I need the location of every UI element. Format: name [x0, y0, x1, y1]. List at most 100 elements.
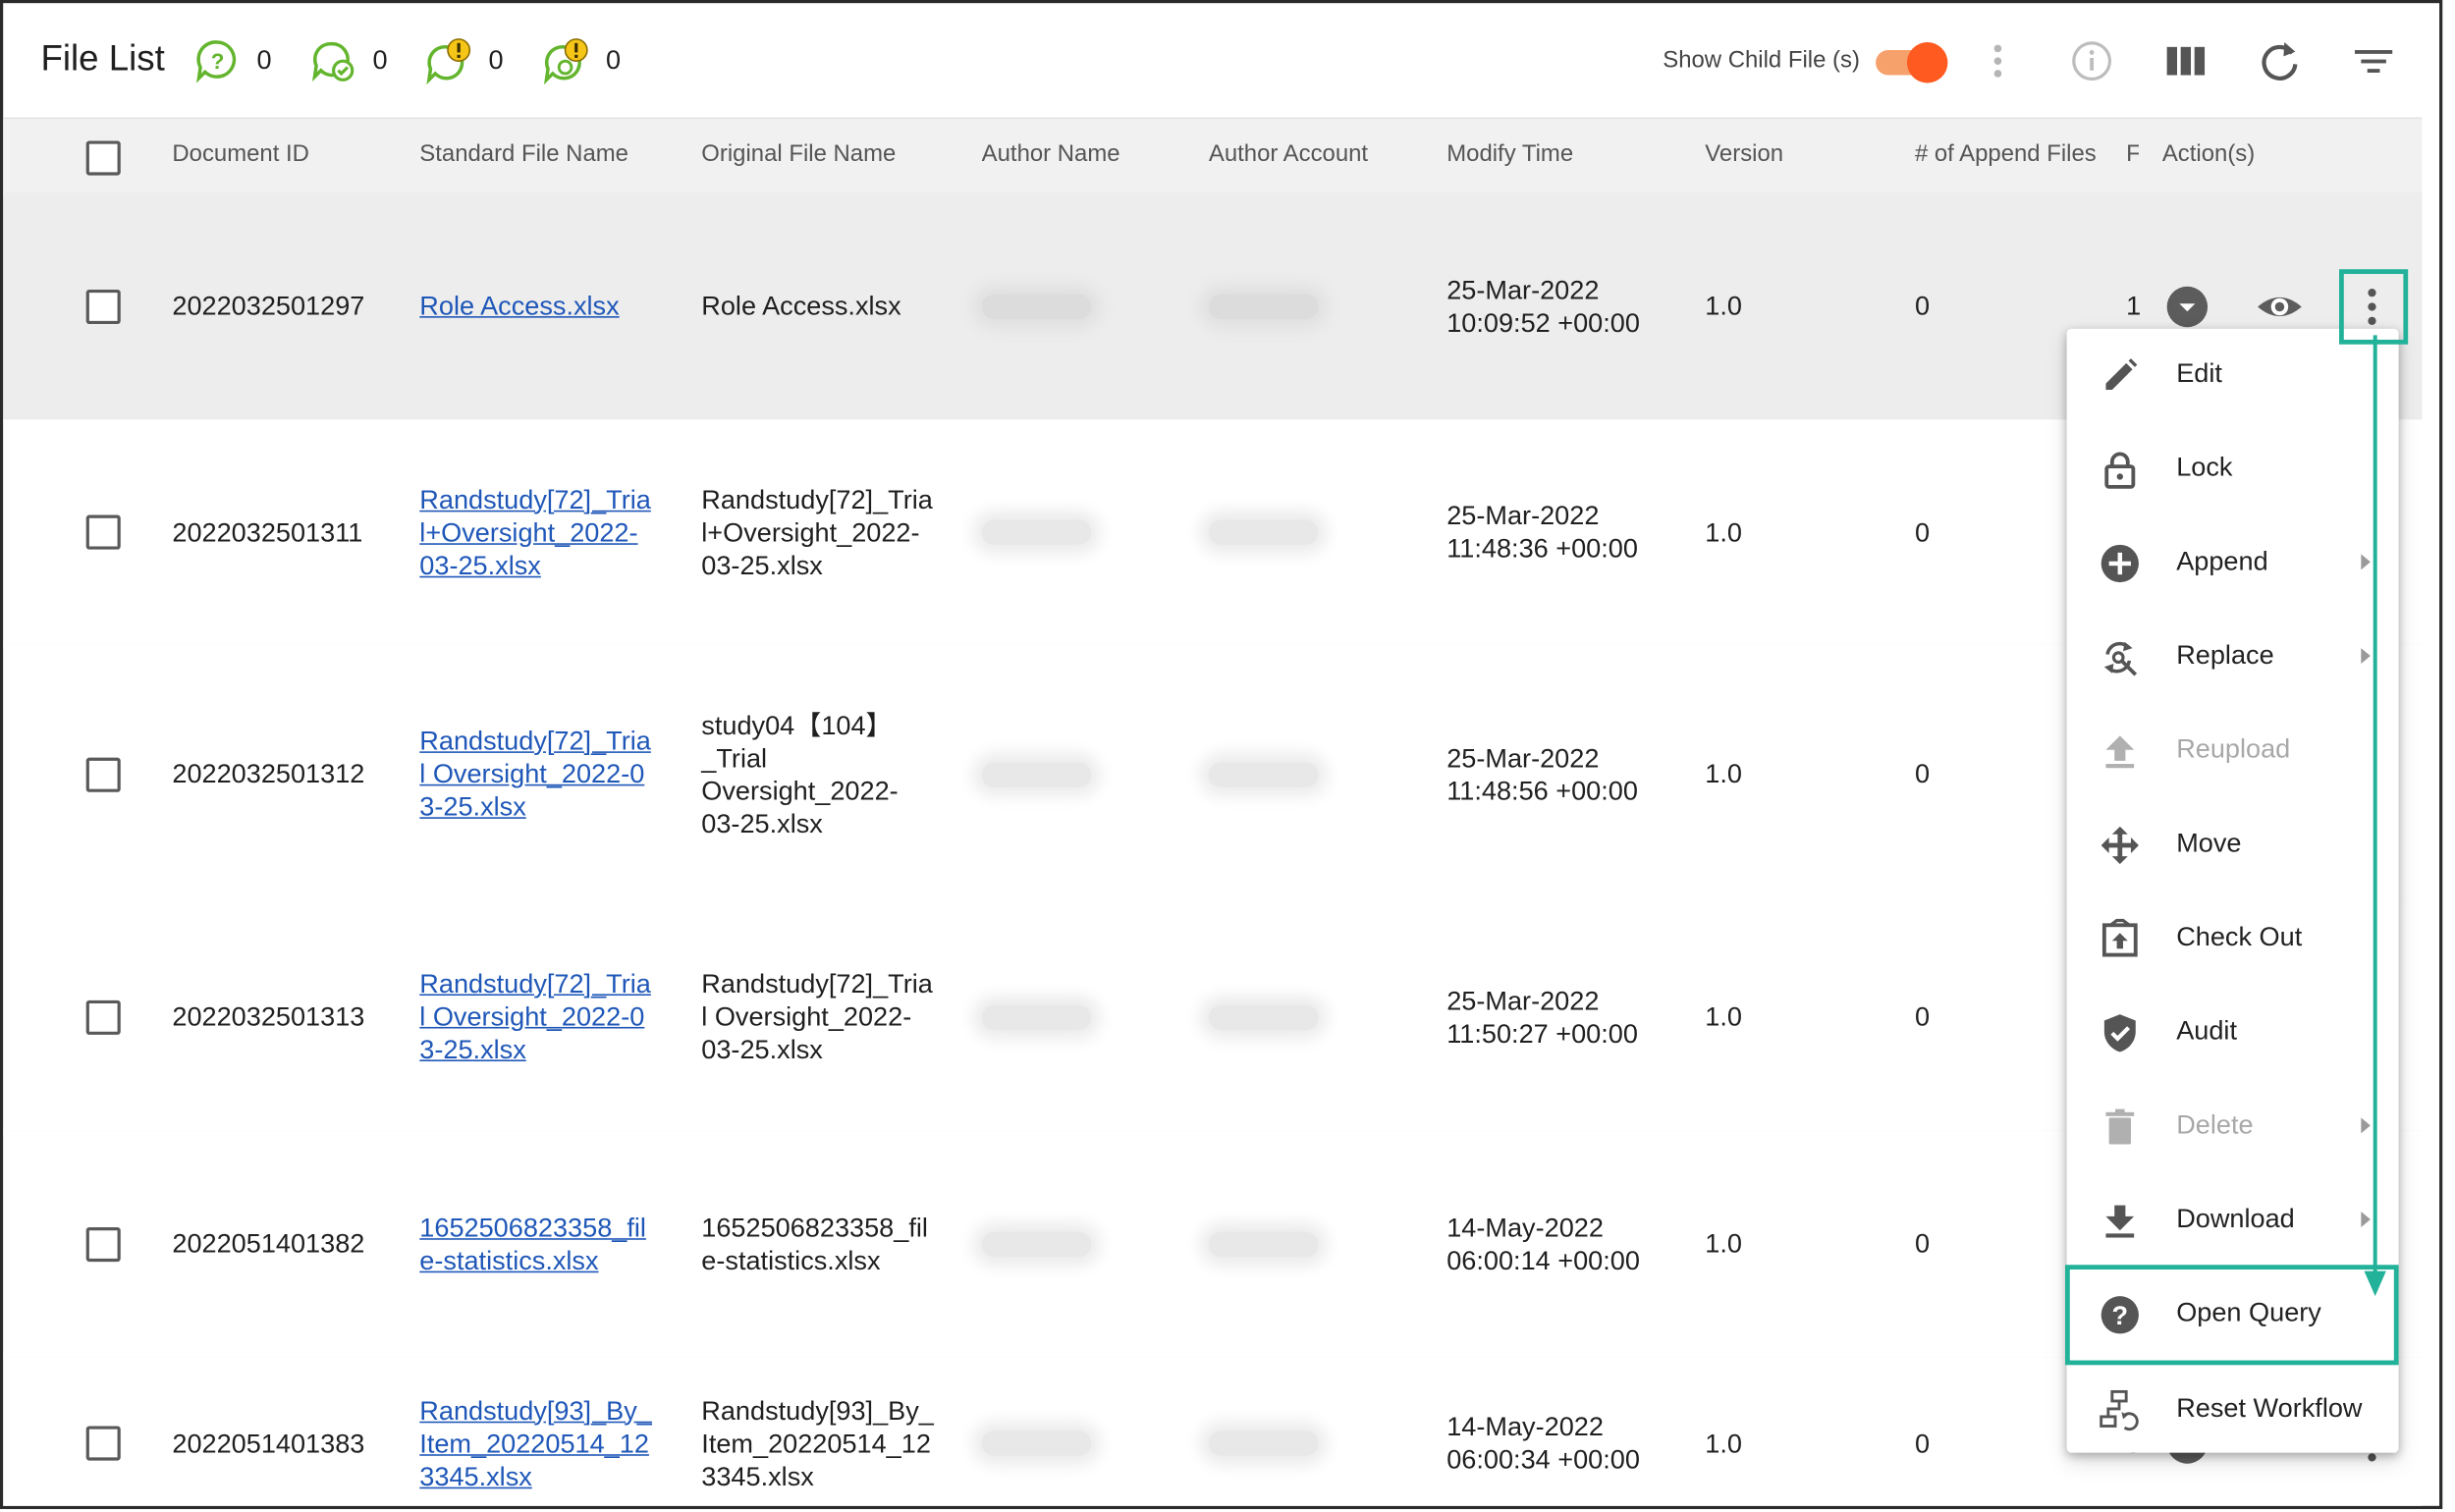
upload-icon [2105, 735, 2135, 769]
row-checkbox[interactable] [85, 1426, 121, 1461]
column-header[interactable]: # of Append Files [1915, 140, 2097, 167]
standard-file-name-link[interactable]: 1652506823358_fil e-statistics.xlsx [419, 1211, 646, 1276]
modify-time: 11:50:27 +00:00 [1446, 1018, 1638, 1049]
column-header[interactable]: Version [1705, 140, 1783, 167]
standard-file-name-link-cell: Randstudy[72]_Tria l Oversight_2022-0 3-… [419, 645, 685, 903]
table-row[interactable]: 2022032501312 Randstudy[72]_Tria l Oversi… [3, 644, 2423, 905]
column-header[interactable]: Document ID [172, 140, 309, 167]
menu-item-label: Replace [2176, 640, 2274, 671]
row-checkbox[interactable] [85, 756, 121, 791]
menu-item-delete: Delete [2067, 1080, 2399, 1174]
menu-item-download[interactable]: Download [2067, 1174, 2399, 1269]
stat-query-warning-answered[interactable]: 0 [543, 37, 622, 85]
table-row[interactable]: 2022051401383 Randstudy[93]_By_ Item_2022… [3, 1357, 2423, 1506]
standard-file-name-link[interactable]: Randstudy[93]_By_ Item_20220514_12 3345.… [419, 1394, 652, 1492]
stat-query-warning[interactable]: 0 [426, 37, 504, 85]
document-id: 2022051401382 [172, 1228, 365, 1259]
plus-circle-icon [2100, 544, 2139, 583]
modify-time-cell: 25-Mar-2022 11:48:36 +00:00 [1446, 419, 1681, 645]
table-header: Document ID Standard File Name Original … [3, 117, 2423, 196]
lock-icon [2104, 452, 2136, 489]
append-count-cell: 0 [1915, 192, 2009, 419]
menu-item-audit[interactable]: Audit [2067, 986, 2399, 1080]
column-header[interactable]: F [2126, 140, 2139, 167]
menu-item-move[interactable]: Move [2067, 798, 2399, 892]
trash-icon [2105, 1108, 2135, 1145]
modify-date: 14-May-2022 [1446, 1412, 1604, 1442]
row-checkbox[interactable] [85, 1226, 121, 1262]
original-file-name: Randstudy[72]_Tria l Oversight_2022- 03-… [701, 968, 933, 1065]
standard-file-name-link[interactable]: Randstudy[72]_Tria l+Oversight_2022- 03-… [419, 483, 651, 581]
standard-file-name-link[interactable]: Role Access.xlsx [419, 290, 619, 322]
preview-eye-icon[interactable] [2255, 288, 2305, 325]
replace-search-icon [2103, 641, 2138, 676]
menu-item-append[interactable]: Append [2067, 516, 2399, 611]
original-file-name: study04【104】 _Trial Oversight_2022- 03-2… [701, 710, 899, 838]
menu-item-label: Audit [2176, 1015, 2237, 1047]
table-row[interactable]: 2022051401382 1652506823358_fil e-statist… [3, 1130, 2423, 1359]
table-row[interactable]: 2022032501297 Role Access.xlsx Role Access… [3, 192, 2423, 421]
author-account-redacted [1208, 761, 1319, 787]
highlight-more-button [2339, 269, 2409, 345]
document-id: 2022032501312 [172, 759, 365, 789]
table-row[interactable]: 2022032501311 Randstudy[72]_Tria l+Oversi… [3, 419, 2423, 647]
menu-item-lock[interactable]: Lock [2067, 422, 2399, 516]
svg-text:?: ? [211, 49, 225, 74]
table-row[interactable]: 2022032501313 Randstudy[72]_Tria l Oversi… [3, 902, 2423, 1132]
author-account-redacted [1208, 1003, 1319, 1030]
row-checkbox[interactable] [85, 514, 121, 550]
menu-item-check-out[interactable]: Check Out [2067, 892, 2399, 987]
modify-date: 25-Mar-2022 [1446, 274, 1600, 305]
query-warning-answered-icon [543, 38, 588, 85]
standard-file-name-link-cell: Randstudy[93]_By_ Item_20220514_12 3345.… [419, 1357, 685, 1505]
version: 1.0 [1705, 516, 1742, 548]
info-icon[interactable] [2068, 37, 2115, 84]
menu-item-reset-workflow[interactable]: Reset Workflow [2067, 1364, 2399, 1458]
standard-file-name-link-cell: Role Access.xlsx [419, 192, 685, 419]
author-name-redacted [981, 761, 1092, 787]
author-account-redacted [1208, 519, 1319, 545]
append-count: 0 [1914, 291, 1931, 321]
menu-item-label: Move [2176, 828, 2242, 858]
column-header[interactable]: Modify Time [1446, 140, 1573, 167]
row-checkbox[interactable] [85, 289, 121, 324]
stat-count: 0 [372, 45, 388, 76]
more-vertical-icon[interactable] [1975, 37, 2022, 84]
stat-query-answered[interactable]: 0 [310, 37, 388, 84]
document-id-cell: 2022032501311 [172, 419, 407, 645]
author-account-redacted [1208, 293, 1319, 319]
column-header[interactable]: Author Account [1209, 140, 1368, 167]
menu-item-label: Edit [2176, 358, 2222, 389]
select-all-checkbox[interactable] [85, 140, 121, 176]
filter-icon[interactable] [2350, 37, 2397, 84]
original-file-name-cell: Randstudy[72]_Tria l+Oversight_2022- 03-… [701, 419, 967, 645]
show-child-files-toggle[interactable] [1876, 42, 1951, 83]
query-warning-icon [426, 38, 471, 85]
menu-item-label: Append [2176, 546, 2268, 576]
toggle-knob [1906, 42, 1948, 83]
move-arrows-icon [2100, 826, 2139, 865]
column-header[interactable]: Original File Name [701, 140, 896, 167]
expand-dropdown-icon[interactable] [2165, 284, 2210, 328]
append-count-cell: 0 [1915, 903, 2009, 1130]
f-column-value: 1 [2126, 291, 2142, 321]
columns-icon[interactable] [2162, 37, 2210, 84]
refresh-icon[interactable] [2257, 37, 2304, 84]
modify-date: 25-Mar-2022 [1446, 501, 1600, 531]
shield-check-icon [2103, 1014, 2136, 1053]
modify-date: 25-Mar-2022 [1446, 985, 1600, 1015]
document-id: 2022051401383 [172, 1428, 365, 1459]
stat-count: 0 [488, 45, 504, 76]
menu-item-replace[interactable]: Replace [2067, 611, 2399, 705]
standard-file-name-link[interactable]: Randstudy[72]_Tria l Oversight_2022-0 3-… [419, 967, 651, 1065]
column-header[interactable]: Standard File Name [419, 140, 628, 167]
row-checkbox[interactable] [85, 999, 121, 1035]
document-id: 2022032501313 [172, 1001, 365, 1032]
modify-time: 11:48:36 +00:00 [1446, 533, 1638, 564]
original-file-name-cell: Role Access.xlsx [701, 192, 967, 419]
stat-query-open[interactable]: ? 0 [194, 37, 272, 84]
document-id-cell: 2022032501312 [172, 645, 407, 903]
column-header[interactable]: Author Name [982, 140, 1120, 167]
stat-count: 0 [606, 45, 622, 76]
standard-file-name-link[interactable]: Randstudy[72]_Tria l Oversight_2022-0 3-… [419, 725, 651, 823]
